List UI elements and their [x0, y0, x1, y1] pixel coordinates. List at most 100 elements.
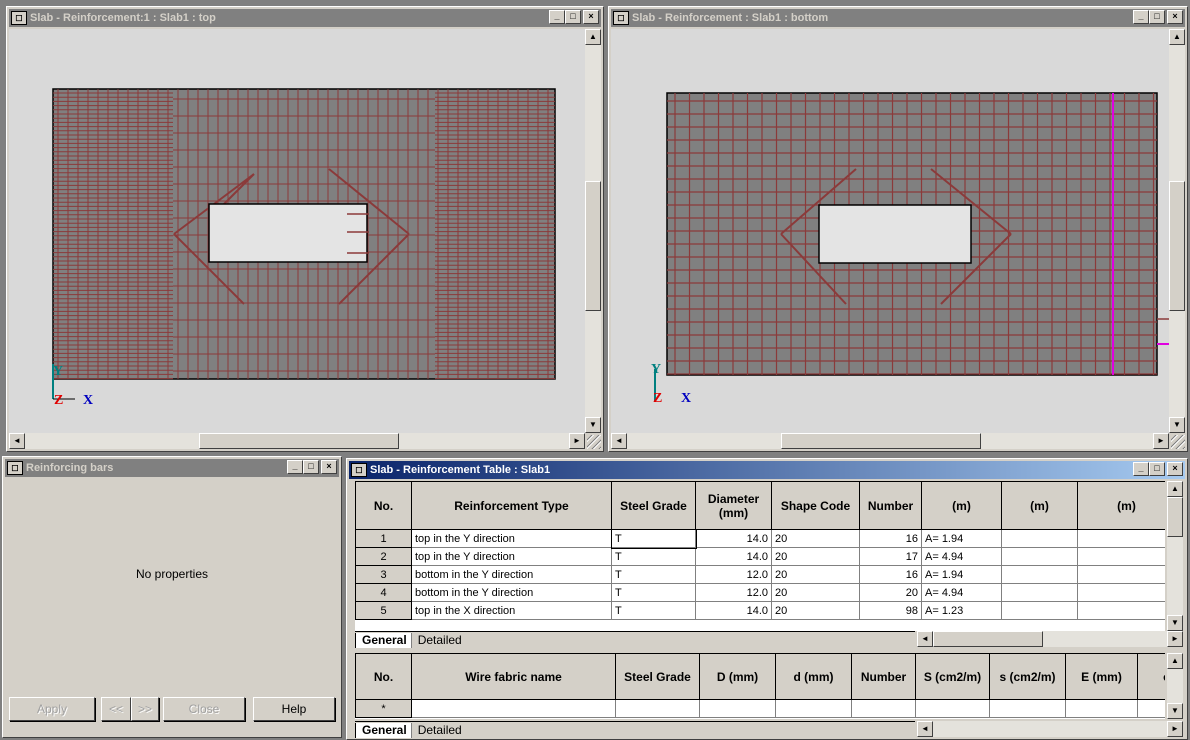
- horizontal-scrollbar[interactable]: ◄ ►: [9, 433, 585, 449]
- close-button[interactable]: ×: [321, 460, 337, 474]
- cell-grade[interactable]: T: [610, 528, 697, 549]
- scroll-thumb[interactable]: [1167, 497, 1183, 537]
- cell-shape[interactable]: 20: [771, 529, 860, 548]
- vertical-scrollbar[interactable]: ▲ ▼: [1169, 29, 1185, 433]
- table-cell[interactable]: [1137, 699, 1165, 718]
- cell-len[interactable]: A= 1.94: [921, 565, 1002, 584]
- table-cell[interactable]: [851, 699, 916, 718]
- cell-number[interactable]: 17: [859, 547, 922, 566]
- column-header[interactable]: Steel Grade: [611, 481, 696, 530]
- close-button[interactable]: ×: [1167, 462, 1183, 476]
- cell-dia[interactable]: 14.0: [695, 601, 772, 620]
- table-row[interactable]: 3 bottom in the Y direction T 12.0 20 16 A= 1.…: [355, 565, 1165, 584]
- cell-grade[interactable]: T: [611, 601, 696, 620]
- cell-shape[interactable]: 20: [771, 565, 860, 584]
- column-header[interactable]: (m): [1001, 481, 1078, 530]
- maximize-button[interactable]: □: [303, 460, 319, 474]
- close-button[interactable]: ×: [583, 10, 599, 24]
- scroll-left-arrow[interactable]: ◄: [917, 721, 933, 737]
- cell-len[interactable]: A= 4.94: [921, 547, 1002, 566]
- cell-type[interactable]: top in the Y direction: [411, 529, 612, 548]
- table-cell[interactable]: [1001, 601, 1078, 620]
- maximize-button[interactable]: □: [1149, 10, 1165, 24]
- column-header[interactable]: Reinforcement Type: [411, 481, 612, 530]
- tab-detailed[interactable]: Detailed: [410, 723, 466, 738]
- vertical-scrollbar[interactable]: ▲ ▼: [1167, 481, 1183, 631]
- row-number[interactable]: 2: [355, 547, 412, 566]
- tab-detailed[interactable]: Detailed: [410, 633, 466, 648]
- scroll-thumb[interactable]: [1169, 181, 1185, 311]
- column-header[interactable]: Wire fabric name: [411, 653, 616, 700]
- previous-button[interactable]: <<: [101, 697, 131, 721]
- scroll-down-arrow[interactable]: ▼: [1167, 703, 1183, 719]
- scroll-down-arrow[interactable]: ▼: [1169, 417, 1185, 433]
- table-cell[interactable]: [1065, 699, 1138, 718]
- minimize-button[interactable]: _: [287, 460, 303, 474]
- cell-len[interactable]: A= 1.94: [921, 529, 1002, 548]
- close-button[interactable]: ×: [1167, 10, 1183, 24]
- table-cell[interactable]: [915, 699, 990, 718]
- column-header[interactable]: No.: [355, 481, 412, 530]
- maximize-button[interactable]: □: [565, 10, 581, 24]
- scroll-thumb[interactable]: [933, 631, 1043, 647]
- tab-general[interactable]: General: [355, 633, 411, 648]
- cell-type[interactable]: bottom in the Y direction: [411, 565, 612, 584]
- table-row[interactable]: 1 top in the Y direction T 14.0 20 16 A= 1.94: [355, 528, 1165, 549]
- scroll-down-arrow[interactable]: ▼: [585, 417, 601, 433]
- minimize-button[interactable]: _: [1133, 462, 1149, 476]
- cell-type[interactable]: top in the X direction: [411, 601, 612, 620]
- table-cell[interactable]: [1077, 565, 1165, 584]
- horizontal-scrollbar[interactable]: ◄ ►: [611, 433, 1169, 449]
- table-cell[interactable]: [1001, 547, 1078, 566]
- cell-type[interactable]: bottom in the Y direction: [411, 583, 612, 602]
- scroll-left-arrow[interactable]: ◄: [611, 433, 627, 449]
- bottom-view-titlebar[interactable]: ☐ Slab - Reinforcement : Slab1 : bottom …: [611, 9, 1185, 27]
- scroll-right-arrow[interactable]: ►: [1167, 631, 1183, 647]
- close-dialog-button[interactable]: Close: [163, 697, 245, 721]
- cell-shape[interactable]: 20: [771, 547, 860, 566]
- vertical-scrollbar[interactable]: ▲ ▼: [1167, 653, 1183, 719]
- vertical-scrollbar[interactable]: ▲ ▼: [585, 29, 601, 433]
- maximize-button[interactable]: □: [1149, 462, 1165, 476]
- table-cell[interactable]: [699, 699, 776, 718]
- resize-grip[interactable]: [1171, 435, 1185, 449]
- help-button[interactable]: Help: [253, 697, 335, 721]
- cell-number[interactable]: 20: [859, 583, 922, 602]
- cell-number[interactable]: 16: [859, 565, 922, 584]
- row-number[interactable]: 3: [355, 565, 412, 584]
- scroll-up-arrow[interactable]: ▲: [1167, 481, 1183, 497]
- column-header[interactable]: d (mm): [775, 653, 852, 700]
- horizontal-scrollbar[interactable]: ◄ ►: [917, 721, 1183, 737]
- scroll-left-arrow[interactable]: ◄: [9, 433, 25, 449]
- column-header[interactable]: (m): [921, 481, 1002, 530]
- cell-grade[interactable]: T: [611, 583, 696, 602]
- table-row[interactable]: 5 top in the X direction T 14.0 20 98 A= 1.23: [355, 601, 1165, 620]
- column-header[interactable]: Diameter (mm): [695, 481, 772, 530]
- column-header[interactable]: S (cm2/m): [915, 653, 990, 700]
- column-header[interactable]: e: [1137, 653, 1165, 700]
- column-header[interactable]: Number: [851, 653, 916, 700]
- table-cell[interactable]: [775, 699, 852, 718]
- cell-grade[interactable]: T: [611, 565, 696, 584]
- cell-grade[interactable]: T: [611, 547, 696, 566]
- table-cell[interactable]: [1001, 529, 1078, 548]
- table-titlebar[interactable]: ☐ Slab - Reinforcement Table : Slab1 _ □…: [349, 461, 1185, 479]
- cell-shape[interactable]: 20: [771, 601, 860, 620]
- cell-shape[interactable]: 20: [771, 583, 860, 602]
- cell-number[interactable]: 16: [859, 529, 922, 548]
- top-view-canvas[interactable]: YZ X: [9, 29, 585, 433]
- cell-dia[interactable]: 12.0: [695, 565, 772, 584]
- column-header[interactable]: (m): [1077, 481, 1165, 530]
- minimize-button[interactable]: _: [1133, 10, 1149, 24]
- minimize-button[interactable]: _: [549, 10, 565, 24]
- scroll-left-arrow[interactable]: ◄: [917, 631, 933, 647]
- table-cell[interactable]: [1077, 583, 1165, 602]
- cell-number[interactable]: 98: [859, 601, 922, 620]
- column-header[interactable]: Number: [859, 481, 922, 530]
- row-number[interactable]: 5: [355, 601, 412, 620]
- table-cell[interactable]: [411, 699, 616, 718]
- table-cell[interactable]: [1001, 565, 1078, 584]
- cell-len[interactable]: A= 4.94: [921, 583, 1002, 602]
- scroll-thumb[interactable]: [199, 433, 399, 449]
- column-header[interactable]: No.: [355, 653, 412, 700]
